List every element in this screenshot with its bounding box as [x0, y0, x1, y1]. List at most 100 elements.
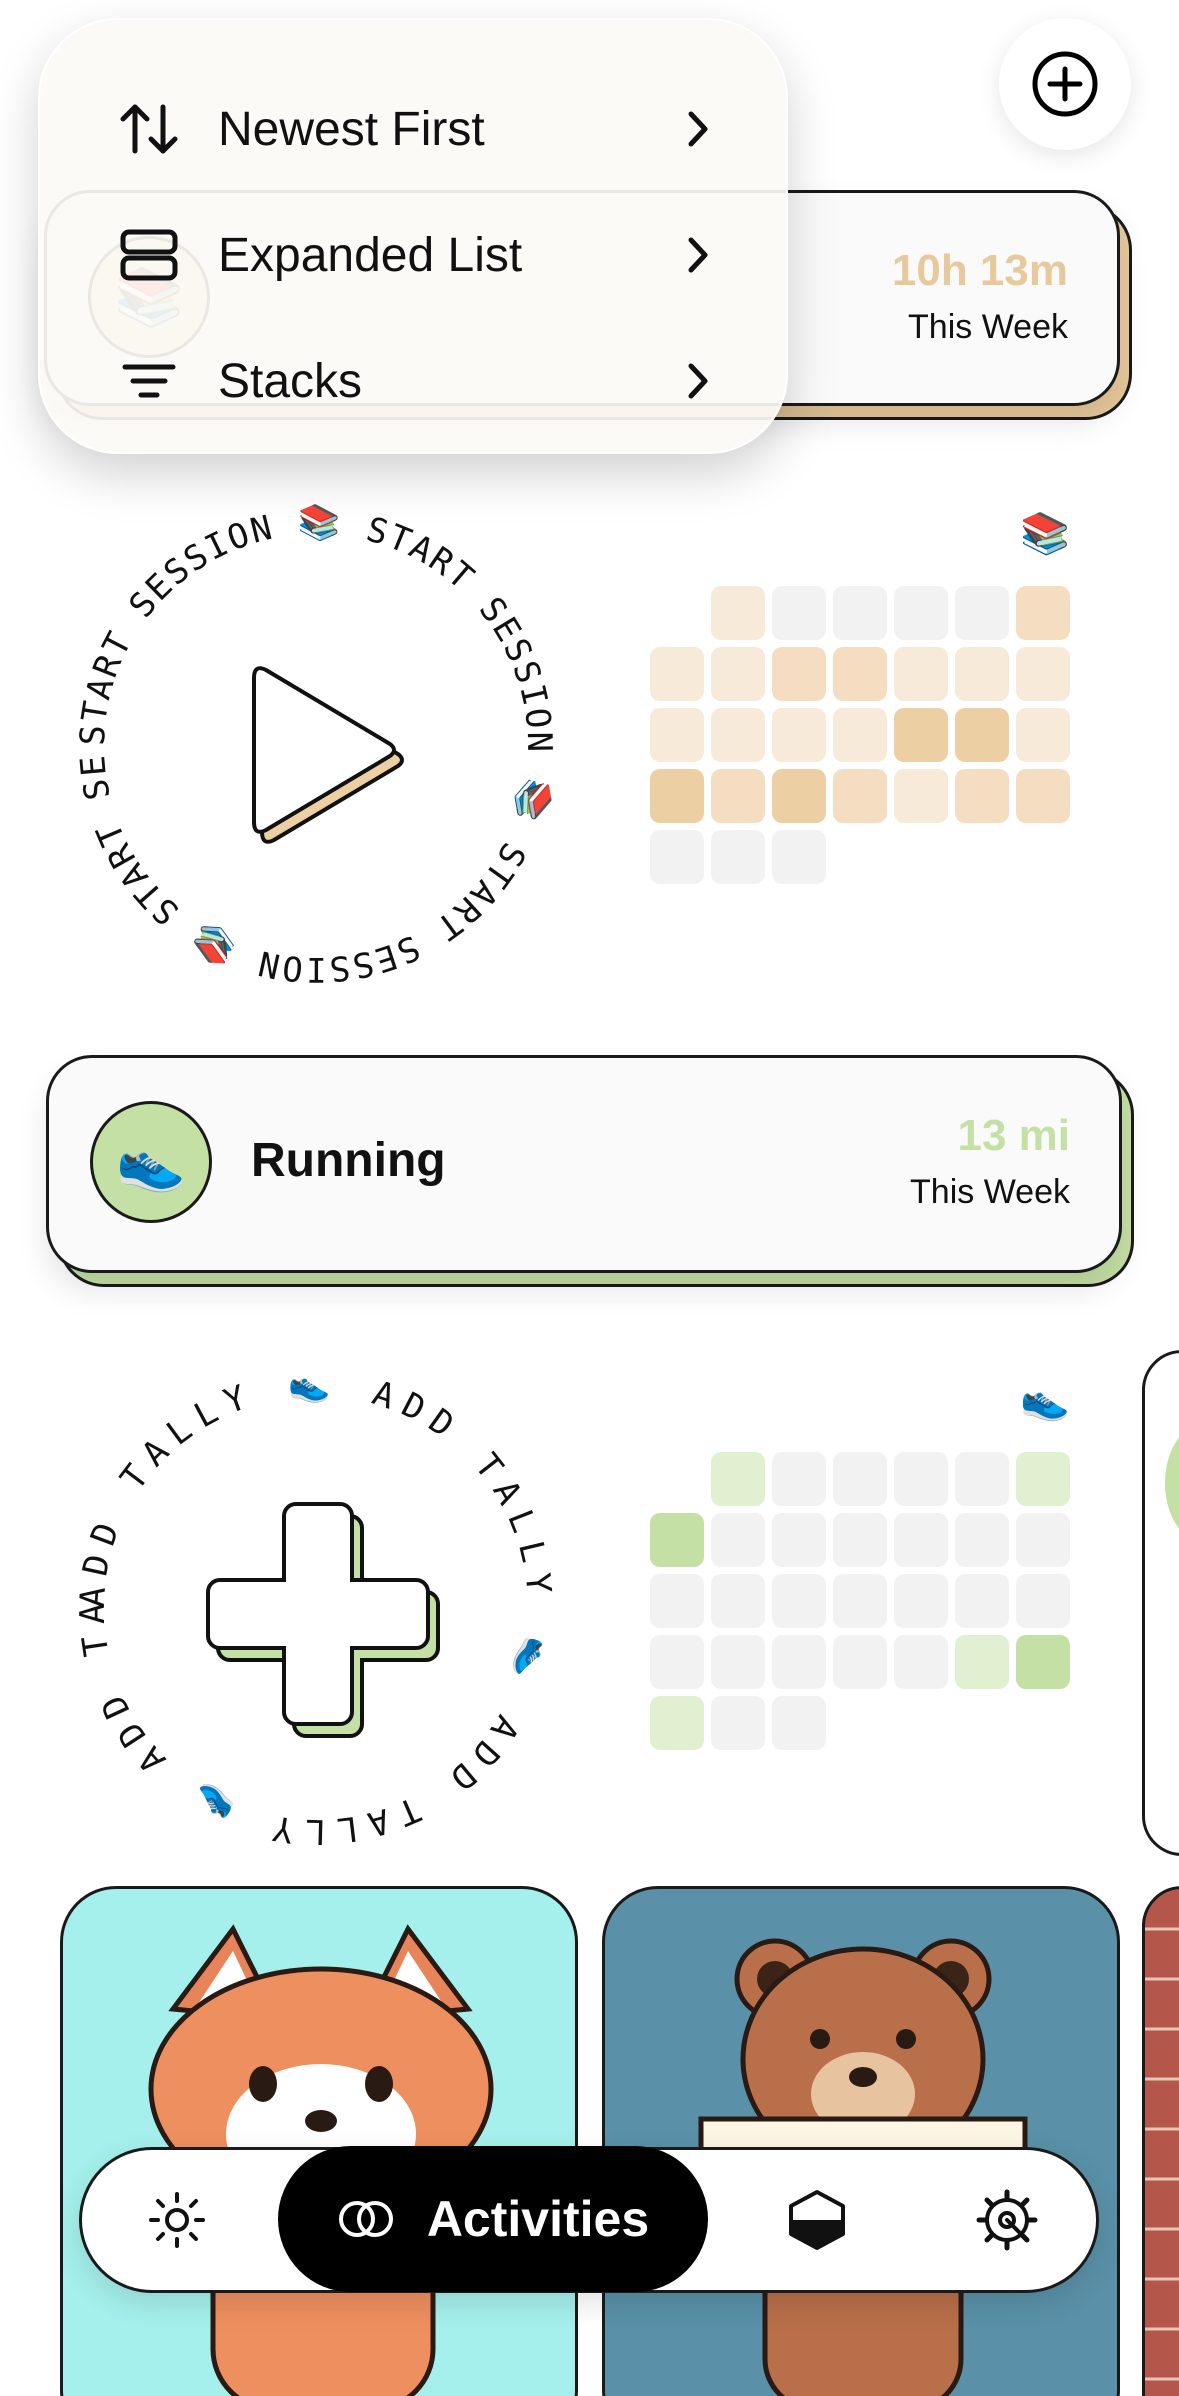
hexagon-icon — [789, 2190, 845, 2250]
brick-pattern — [1145, 1927, 1179, 2381]
fox-illustration — [148, 1924, 494, 2396]
bear-illustration — [698, 1938, 1028, 2396]
heatmap-cell — [955, 1574, 1009, 1628]
menu-item-stacks[interactable]: Stacks — [38, 318, 788, 444]
heatmap-cell — [711, 1574, 765, 1628]
heatmap-cell — [650, 1513, 704, 1567]
heatmap-cell — [772, 586, 826, 640]
heatmap-cell — [1016, 1452, 1070, 1506]
heatmap-cell — [955, 647, 1009, 701]
heatmap-cell — [894, 769, 948, 823]
start-session-button[interactable]: START SESSION 📚 START SESSION 📚 START SE… — [44, 465, 566, 996]
bear-tile[interactable] — [602, 1886, 1120, 2396]
heatmap-cell — [833, 1574, 887, 1628]
heatmap-cell — [711, 1696, 765, 1750]
heatmap-cell — [772, 1452, 826, 1506]
running-card[interactable]: 👟 Running 13 mi This Week — [46, 1055, 1134, 1287]
heatmap-cell — [1016, 769, 1070, 823]
expanded-list-icon — [114, 220, 184, 290]
heatmap-cell — [955, 769, 1009, 823]
heatmap-cell — [772, 1574, 826, 1628]
heatmap-cell — [650, 708, 704, 762]
heatmap-cell — [711, 1513, 765, 1567]
reading-period: This Week — [908, 308, 1068, 346]
heatmap-cell — [894, 708, 948, 762]
heatmap-cell — [650, 769, 704, 823]
fox-tile[interactable] — [60, 1886, 578, 2396]
heatmap-cell — [894, 1574, 948, 1628]
menu-label-newest-first: Newest First — [218, 102, 485, 156]
activities-icon — [338, 2201, 393, 2237]
heatmap-cell — [833, 1635, 887, 1689]
heatmap-cell — [772, 708, 826, 762]
running-name: Running — [251, 1134, 446, 1187]
heatmap-cell — [833, 1452, 887, 1506]
chevron-right-icon — [678, 351, 718, 411]
heatmap-cell — [650, 647, 704, 701]
next-card-peek[interactable] — [1142, 1350, 1179, 1856]
heatmap-cell — [955, 1635, 1009, 1689]
heatmap-cell — [650, 1574, 704, 1628]
heatmap-cell — [711, 769, 765, 823]
screen: 📚 10h 13m This Week Newest First — [0, 0, 1179, 2396]
running-heatmap: 👟 — [650, 1376, 1078, 1756]
heatmap-cell — [1016, 1513, 1070, 1567]
heatmap-cell — [650, 830, 704, 884]
start-session-ring: START SESSION 📚 START SESSION 📚 START SE… — [44, 465, 557, 989]
tab-today[interactable] — [112, 2150, 242, 2290]
heatmap-cell — [711, 1452, 765, 1506]
heatmap-cell — [650, 1635, 704, 1689]
heatmap-cell — [1016, 647, 1070, 701]
heatmap-cell — [711, 586, 765, 640]
sun-icon — [149, 2192, 205, 2248]
menu-label-expanded-list: Expanded List — [218, 228, 523, 282]
heatmap-cell — [955, 1513, 1009, 1567]
sort-arrows-icon — [114, 94, 184, 164]
plus-circle-icon — [1032, 51, 1098, 117]
heatmap-cell — [772, 830, 826, 884]
heatmap-cell — [833, 708, 887, 762]
sort-menu: Newest First Expanded List Stacks — [38, 18, 788, 454]
stacks-icon — [114, 346, 184, 416]
heatmap-cell — [772, 1513, 826, 1567]
reading-heatmap: 📚 — [650, 510, 1078, 890]
brick-tile[interactable] — [1142, 1886, 1179, 2396]
heatmap-cell — [711, 1635, 765, 1689]
running-period: This Week — [910, 1173, 1070, 1211]
books-icon: 📚 — [1020, 512, 1070, 556]
plus-icon — [206, 1502, 440, 1738]
heatmap-cell — [833, 769, 887, 823]
heatmap-cell — [650, 1696, 704, 1750]
heatmap-cell — [711, 708, 765, 762]
heatmap-cell — [1016, 708, 1070, 762]
heatmap-cell — [894, 1635, 948, 1689]
sneaker-icon: 👟 — [1020, 1378, 1070, 1422]
add-tally-button[interactable]: ADD TALLY 👟 ADD TALLY 👟 ADD TALLY 👟 ADD … — [40, 1327, 566, 1858]
heatmap-cell — [772, 1635, 826, 1689]
chevron-right-icon — [678, 99, 718, 159]
next-card-peek-circle — [1165, 1423, 1179, 1543]
gear-icon — [976, 2189, 1038, 2251]
add-activity-button[interactable] — [999, 18, 1131, 150]
reading-stat: 10h 13m — [891, 246, 1068, 295]
menu-label-stacks: Stacks — [218, 354, 363, 408]
heatmap-cell — [955, 708, 1009, 762]
heatmap-cell — [1016, 586, 1070, 640]
menu-item-newest-first[interactable]: Newest First — [38, 66, 788, 192]
tab-activities[interactable]: Activities — [278, 2146, 708, 2292]
tab-settings[interactable] — [942, 2150, 1072, 2290]
tab-stacks[interactable] — [752, 2150, 882, 2290]
tab-activities-label: Activities — [426, 2191, 650, 2247]
menu-item-expanded-list[interactable]: Expanded List — [38, 192, 788, 318]
play-icon — [252, 666, 404, 844]
heatmap-cell — [955, 1452, 1009, 1506]
chevron-right-icon — [678, 225, 718, 285]
heatmap-cell — [711, 830, 765, 884]
heatmap-cell — [1016, 1635, 1070, 1689]
add-tally-ring: ADD TALLY 👟 ADD TALLY 👟 ADD TALLY 👟 ADD … — [40, 1327, 550, 1851]
heatmap-cell — [833, 1513, 887, 1567]
heatmap-cell — [894, 647, 948, 701]
running-stat: 13 mi — [957, 1111, 1070, 1160]
heatmap-cell — [772, 647, 826, 701]
running-icon-circle: 👟 — [90, 1101, 212, 1223]
